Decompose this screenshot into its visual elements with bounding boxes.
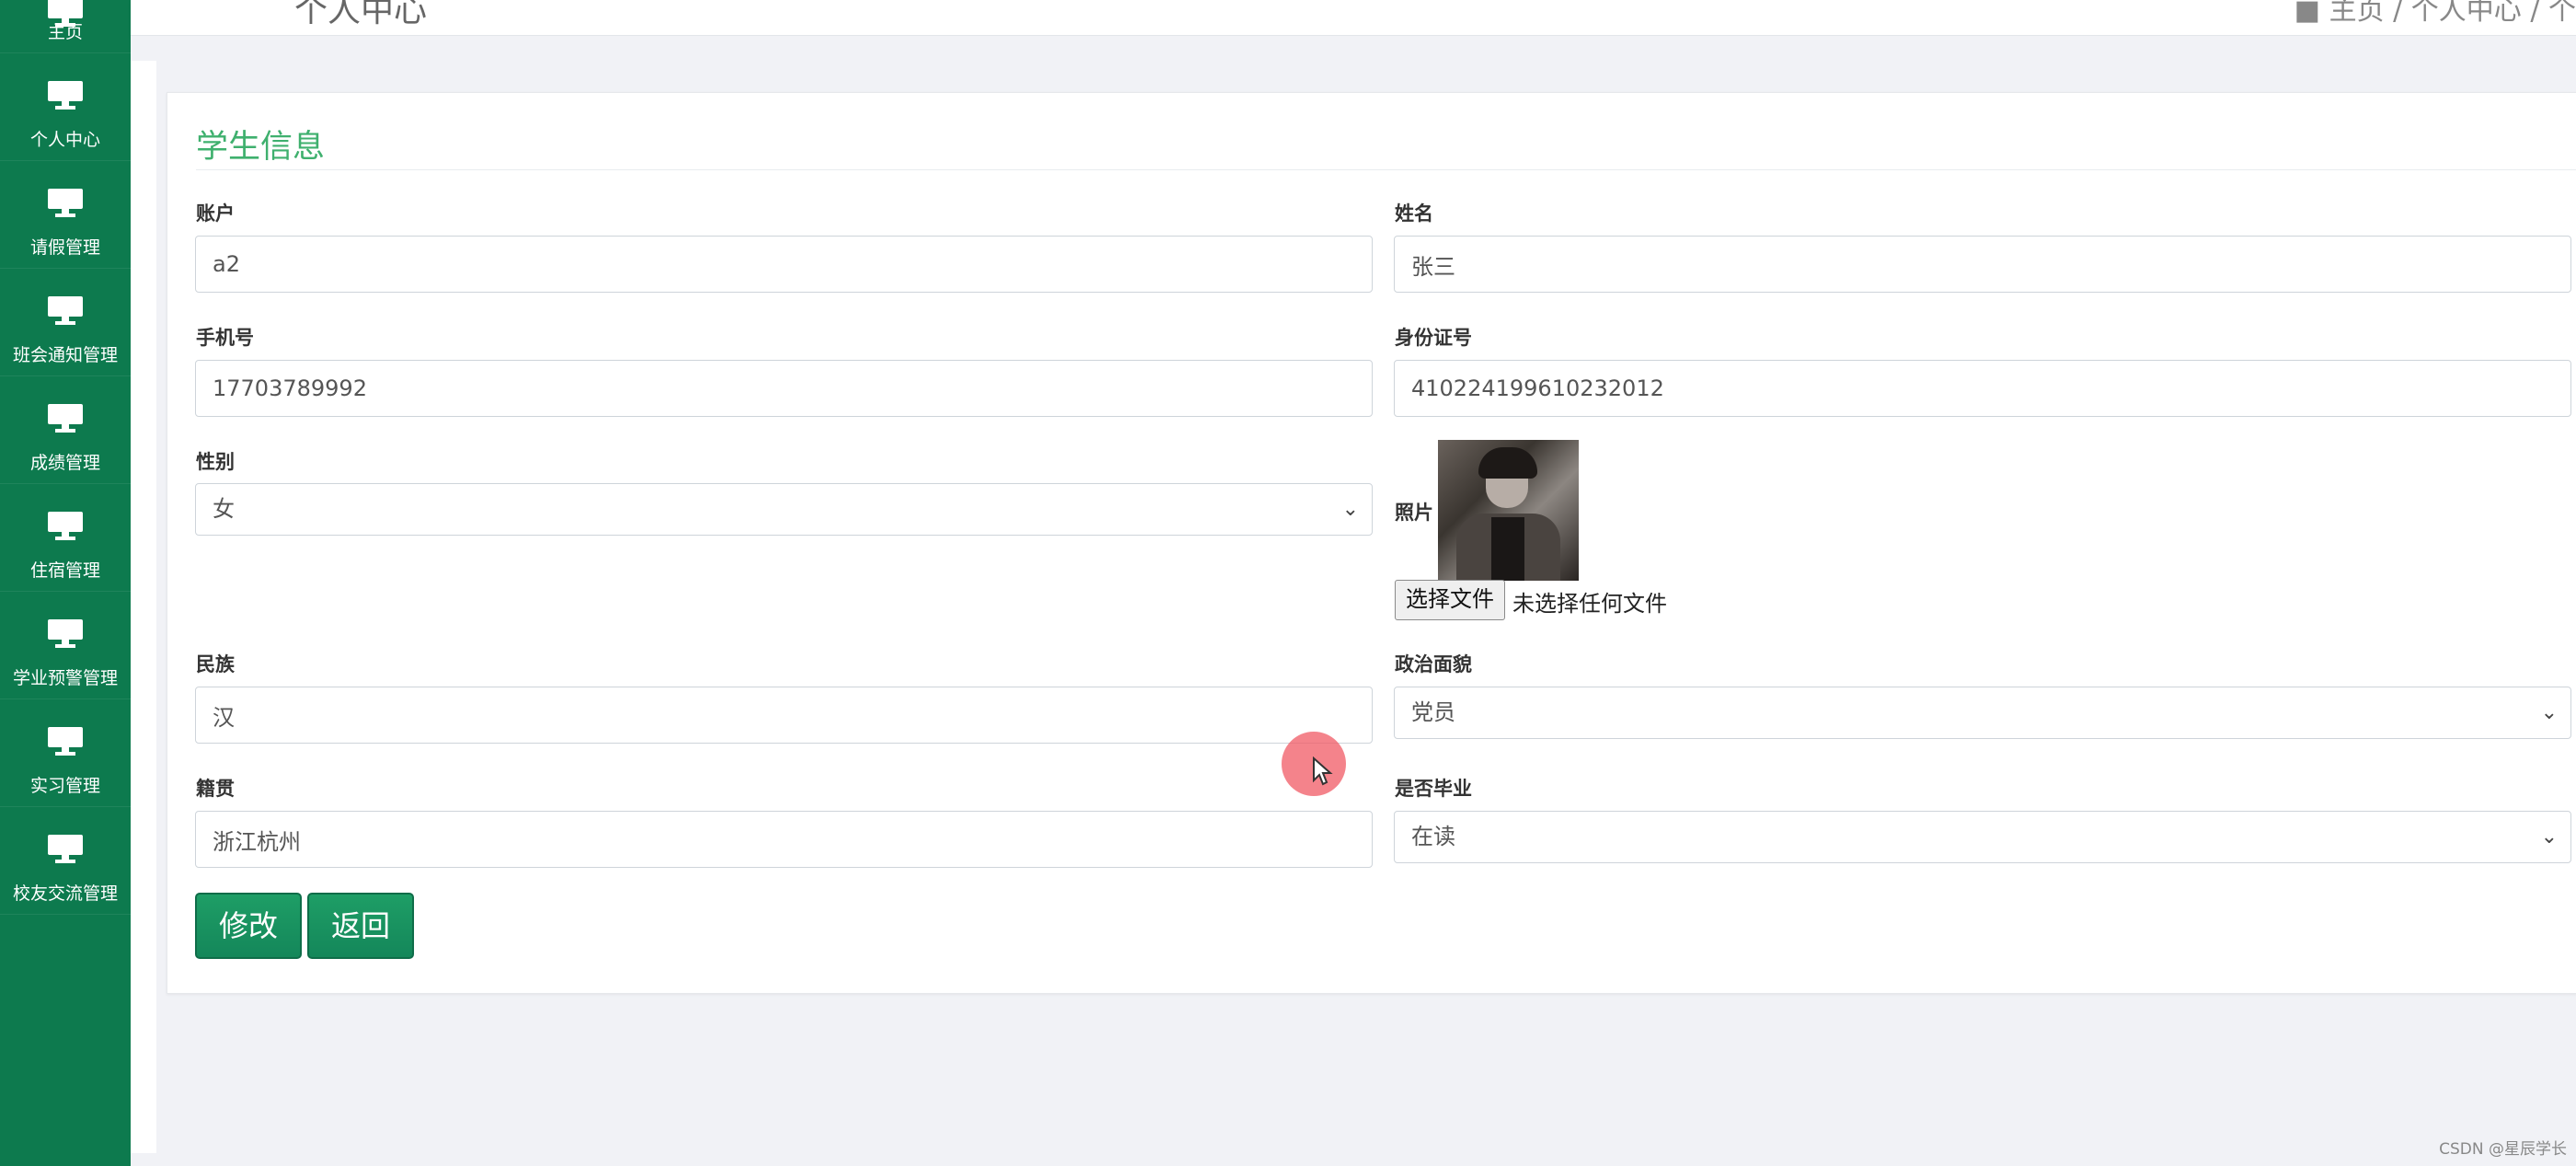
sidebar-item-label: 校友交流管理 (12, 883, 118, 904)
name-label: 姓名 (1395, 202, 1433, 225)
gender-select[interactable]: 女 ⌄ (195, 483, 1373, 536)
watermark: CSDN @星辰学长 (2439, 1140, 2567, 1159)
sidebar-item-label: 学业预警管理 (12, 668, 118, 688)
divider (196, 169, 2576, 170)
photo-label: 照片 (1395, 502, 1433, 524)
breadcrumb[interactable]: ■ 主页 / 个人中心 / 个 (2294, 0, 2576, 28)
content-gutter (131, 61, 156, 1153)
sidebar-item-academic-warning[interactable]: 学业预警管理 (0, 591, 131, 699)
monitor-icon (48, 835, 83, 863)
sidebar-item-label: 住宿管理 (29, 560, 100, 581)
sidebar-item-label: 成绩管理 (29, 453, 100, 473)
monitor-icon (48, 619, 83, 648)
ethnicity-label: 民族 (196, 653, 235, 675)
sidebar-item-label: 请假管理 (29, 237, 100, 258)
monitor-icon (48, 727, 83, 756)
ethnicity-input[interactable] (195, 687, 1373, 744)
gender-value: 女 (213, 496, 235, 522)
gender-label: 性别 (196, 451, 235, 473)
sidebar: 主页 个人中心 请假管理 班会通知管理 成绩管理 住宿管理 学业预警管理 实习管… (0, 0, 131, 1166)
sidebar-item-label: 个人中心 (29, 130, 100, 150)
phone-label: 手机号 (196, 327, 254, 349)
file-status: 未选择任何文件 (1512, 591, 1667, 617)
monitor-icon (48, 404, 83, 433)
phone-input[interactable] (195, 360, 1373, 417)
sidebar-item-profile[interactable]: 个人中心 (0, 52, 131, 161)
name-input[interactable] (1394, 236, 2571, 293)
student-photo (1438, 440, 1579, 581)
chevron-down-icon: ⌄ (2540, 701, 2558, 724)
graduated-select[interactable]: 在读 ⌄ (1394, 811, 2571, 863)
sidebar-item-alumni[interactable]: 校友交流管理 (0, 806, 131, 915)
chevron-down-icon: ⌄ (2540, 825, 2558, 849)
hometown-label: 籍贯 (196, 778, 235, 800)
page-title: 个人中心 (294, 0, 428, 29)
mouse-cursor-icon (1313, 756, 1333, 786)
account-input[interactable] (195, 236, 1373, 293)
back-button[interactable]: 返回 (307, 893, 414, 959)
panel-title: 学生信息 (196, 129, 326, 166)
id-card-input[interactable] (1394, 360, 2571, 417)
account-label: 账户 (196, 202, 235, 225)
sidebar-item-label: 主页 (47, 22, 83, 42)
political-select[interactable]: 党员 ⌄ (1394, 687, 2571, 739)
sidebar-item-grades[interactable]: 成绩管理 (0, 375, 131, 484)
sidebar-item-internship[interactable]: 实习管理 (0, 698, 131, 807)
monitor-icon (48, 189, 83, 217)
sidebar-item-home[interactable]: 主页 (0, 0, 131, 53)
modify-button[interactable]: 修改 (195, 893, 302, 959)
sidebar-item-leave[interactable]: 请假管理 (0, 160, 131, 269)
monitor-icon (48, 296, 83, 325)
sidebar-item-class-meeting[interactable]: 班会通知管理 (0, 268, 131, 376)
sidebar-item-label: 班会通知管理 (12, 345, 118, 365)
choose-file-button[interactable]: 选择文件 (1395, 580, 1505, 620)
top-header: 个人中心 ■ 主页 / 个人中心 / 个 (131, 0, 2576, 36)
graduated-value: 在读 (1411, 824, 1455, 849)
chevron-down-icon: ⌄ (1341, 498, 1359, 521)
graduated-label: 是否毕业 (1395, 778, 1472, 800)
monitor-icon (48, 81, 83, 110)
sidebar-item-label: 实习管理 (29, 776, 100, 796)
id-card-label: 身份证号 (1395, 327, 1472, 349)
hometown-input[interactable] (195, 811, 1373, 868)
political-value: 党员 (1411, 699, 1455, 725)
monitor-icon (48, 512, 83, 540)
sidebar-item-dorm[interactable]: 住宿管理 (0, 483, 131, 592)
political-label: 政治面貌 (1395, 653, 1472, 675)
